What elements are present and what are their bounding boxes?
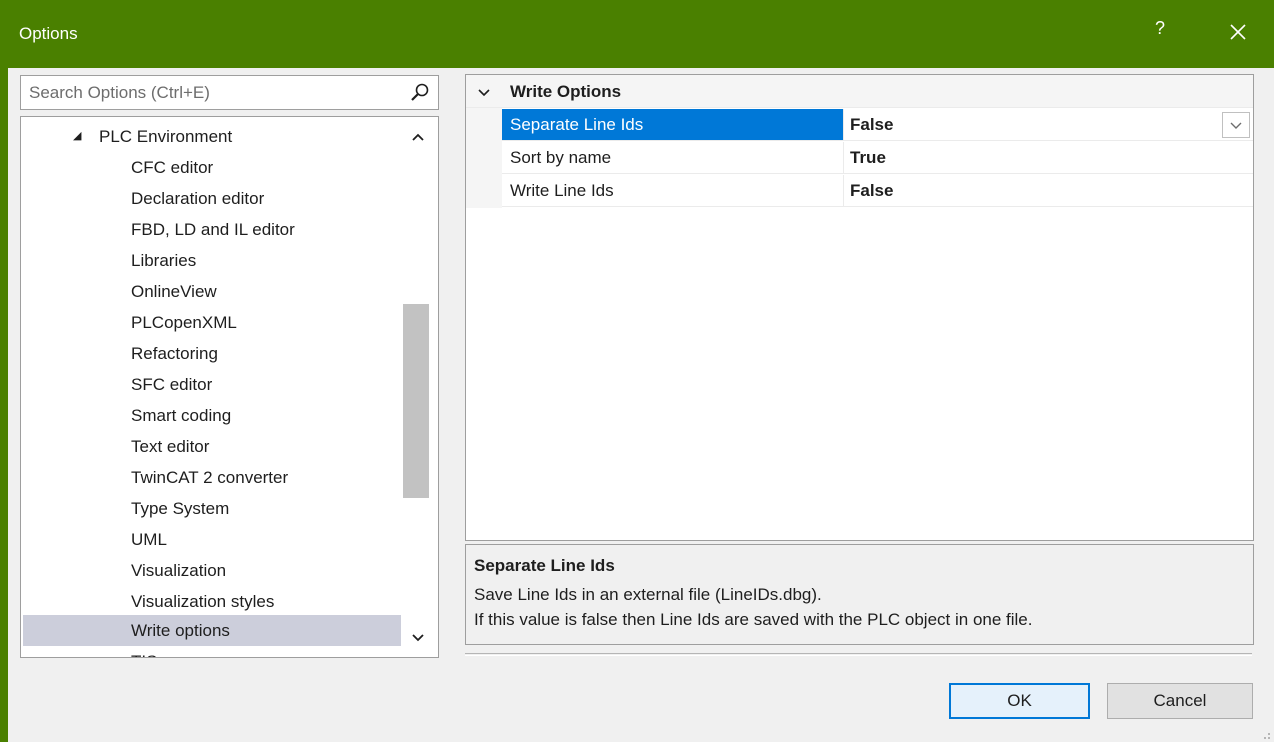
chevron-up-icon	[412, 133, 424, 141]
property-value[interactable]: False	[850, 109, 893, 140]
tree-item-label: Libraries	[131, 251, 197, 270]
tree-item-label: Smart coding	[131, 406, 232, 425]
tree-item-plc-environment[interactable]: ◢ PLC Environment	[23, 121, 401, 152]
tree-item-label: OnlineView	[131, 282, 217, 301]
tree-item[interactable]: SFC editor	[23, 369, 401, 400]
property-name: Sort by name	[502, 142, 844, 173]
tree-item-label: Visualization styles	[131, 592, 275, 611]
resize-grip-icon[interactable]	[1258, 726, 1272, 740]
tree-scrollbar[interactable]	[401, 117, 438, 657]
tree-item-label: SFC editor	[131, 375, 213, 394]
options-tree: ◢ PLC Environment CFC editor Declaration…	[20, 116, 439, 658]
property-row-separate-line-ids[interactable]: Separate Line Ids False	[502, 109, 1253, 141]
tree-item-label: Visualization	[131, 561, 227, 580]
tree-item[interactable]: Text editor	[23, 431, 401, 462]
search-input[interactable]	[29, 81, 399, 105]
divider	[465, 655, 1252, 656]
tree-item-label: FBD, LD and IL editor	[131, 220, 295, 239]
collapse-chevron-icon[interactable]	[476, 85, 492, 99]
tree-item-label: TwinCAT 2 converter	[131, 468, 289, 487]
tree-item[interactable]: Smart coding	[23, 400, 401, 431]
property-value[interactable]: True	[850, 142, 886, 173]
scroll-down-button[interactable]	[401, 626, 438, 650]
tree-item-partial[interactable]: TIS ... ... ...	[23, 646, 401, 657]
description-title: Separate Line Ids	[474, 556, 615, 575]
search-box	[20, 75, 439, 110]
scroll-thumb[interactable]	[403, 304, 429, 498]
close-icon	[1230, 24, 1246, 40]
tree-item-label: Write options	[131, 621, 230, 640]
property-name: Write Line Ids	[502, 175, 844, 206]
tree-item-label: TIS ... ... ...	[131, 646, 214, 657]
expand-arrow-icon[interactable]: ◢	[73, 121, 81, 152]
tree-item-label: Text editor	[131, 437, 210, 456]
tree-item[interactable]: Refactoring	[23, 338, 401, 369]
description-text: If this value is false then Line Ids are…	[474, 610, 1033, 629]
category-header[interactable]: Write Options	[466, 75, 1253, 108]
description-text: Save Line Ids in an external file (LineI…	[474, 585, 822, 604]
scroll-up-button[interactable]	[401, 125, 438, 149]
title-bar: Options ?	[0, 0, 1274, 68]
tree-item[interactable]: PLCopenXML	[23, 307, 401, 338]
tree-item-label: UML	[131, 530, 167, 549]
help-button[interactable]: ?	[1148, 18, 1172, 48]
tree-item[interactable]: FBD, LD and IL editor	[23, 214, 401, 245]
tree-item[interactable]: Visualization styles	[23, 586, 401, 617]
chevron-down-icon	[412, 634, 424, 642]
close-button[interactable]	[1222, 16, 1254, 48]
description-panel: Separate Line Ids Save Line Ids in an ex…	[465, 544, 1254, 645]
tree-item[interactable]: Type System	[23, 493, 401, 524]
property-row-sort-by-name[interactable]: Sort by name True	[502, 142, 1253, 174]
tree-item-label: CFC editor	[131, 158, 214, 177]
property-name: Separate Line Ids	[502, 109, 844, 140]
ok-button[interactable]: OK	[949, 683, 1090, 719]
tree-item-label: Declaration editor	[131, 189, 265, 208]
tree-item-label: Type System	[131, 499, 230, 518]
property-grid: Write Options Separate Line Ids False So…	[465, 74, 1254, 541]
tree-item-label: Refactoring	[131, 344, 218, 363]
search-icon[interactable]	[409, 82, 431, 104]
property-value[interactable]: False	[850, 175, 893, 206]
window-title: Options	[19, 24, 78, 43]
tree-item[interactable]: Visualization	[23, 555, 401, 586]
window-border	[0, 68, 8, 742]
tree-item-label: PLC Environment	[99, 127, 233, 146]
tree-item[interactable]: UML	[23, 524, 401, 555]
category-label: Write Options	[510, 82, 622, 101]
tree-item[interactable]: Declaration editor	[23, 183, 401, 214]
divider	[465, 653, 1252, 654]
property-row-write-line-ids[interactable]: Write Line Ids False	[502, 175, 1253, 207]
value-dropdown-button[interactable]	[1222, 112, 1250, 138]
tree-item[interactable]: Libraries	[23, 245, 401, 276]
tree-item-label: PLCopenXML	[131, 313, 237, 332]
tree-item[interactable]: OnlineView	[23, 276, 401, 307]
tree-item[interactable]: TwinCAT 2 converter	[23, 462, 401, 493]
tree-item-selected[interactable]: Write options	[23, 615, 401, 646]
tree-item[interactable]: CFC editor	[23, 152, 401, 183]
cancel-button[interactable]: Cancel	[1107, 683, 1253, 719]
chevron-down-icon	[1230, 122, 1242, 129]
